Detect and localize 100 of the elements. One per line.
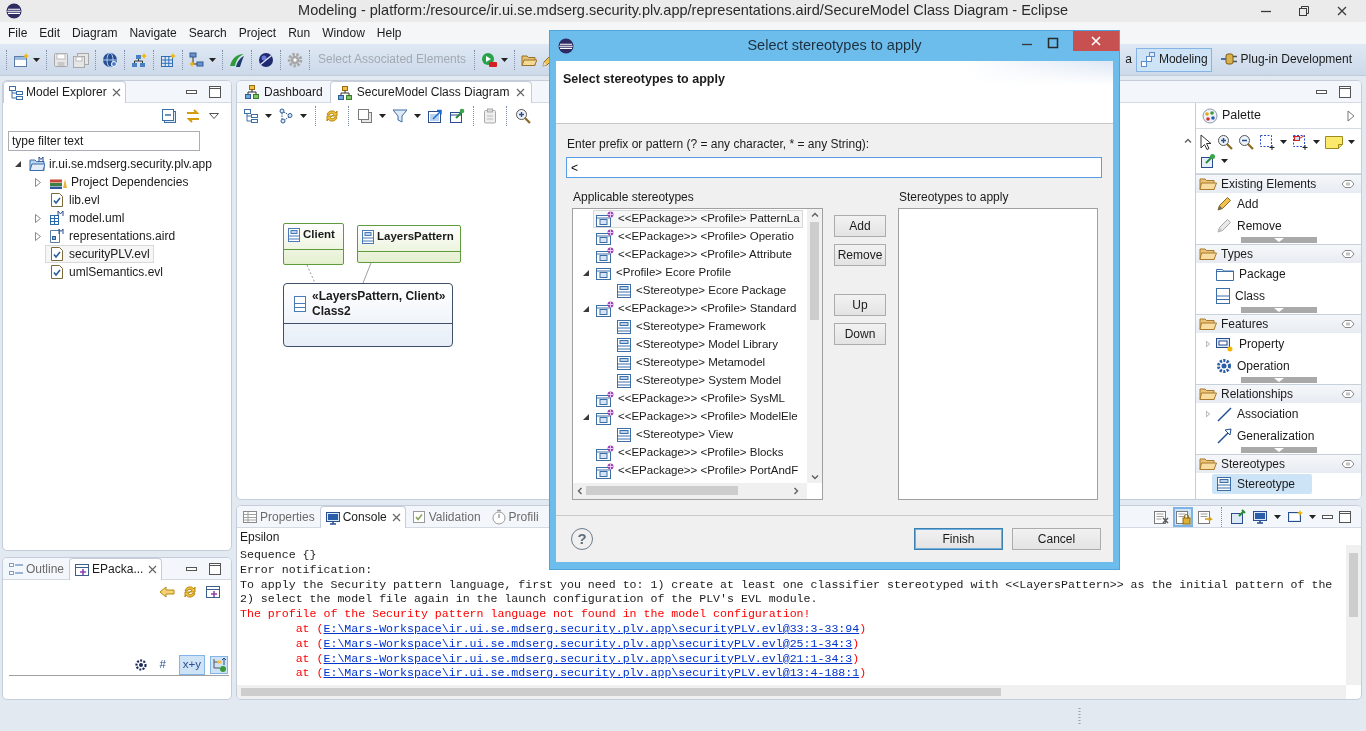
- tree-item[interactable]: <<EPackage>> <Profile> PatternLa: [593, 209, 803, 228]
- minimize-icon[interactable]: [186, 89, 197, 94]
- view-menu-icon[interactable]: [209, 113, 219, 119]
- close-icon[interactable]: [391, 513, 401, 522]
- clear-console-icon[interactable]: [1153, 508, 1169, 525]
- side-button[interactable]: Add: [834, 214, 886, 237]
- sync-icon[interactable]: [324, 108, 340, 124]
- tree-item[interactable]: ir.ui.se.mdserg.security.plv.app: [25, 155, 216, 173]
- tree-item[interactable]: <Stereotype> System Model: [613, 371, 785, 390]
- connection-marquee-icon[interactable]: [1292, 133, 1308, 150]
- collapse-palette-icon[interactable]: [1347, 109, 1355, 122]
- view-tab[interactable]: EPacka...: [69, 558, 163, 580]
- zoom-out-icon[interactable]: [1238, 133, 1254, 150]
- close-icon[interactable]: [1336, 5, 1348, 17]
- dropdown-caret-icon[interactable]: [1280, 139, 1287, 144]
- tree-item[interactable]: <Stereotype> Ecore Package: [613, 281, 790, 300]
- view-tab[interactable]: Profili: [485, 506, 544, 527]
- tree-item[interactable]: <Stereotype> Framework: [613, 317, 769, 336]
- tree-item[interactable]: <<EPackage>> <Profile> PortAndF: [593, 461, 802, 480]
- side-button[interactable]: Remove: [834, 243, 886, 266]
- table-icon[interactable]: [160, 51, 176, 68]
- scroll-right-icon[interactable]: [794, 486, 799, 495]
- dropdown-caret-icon[interactable]: [379, 114, 386, 118]
- globe-icon[interactable]: [102, 51, 118, 68]
- pattern-field[interactable]: <: [566, 157, 1102, 179]
- menu-item[interactable]: Run: [282, 23, 317, 43]
- gear-icon[interactable]: [134, 658, 147, 671]
- scrollbar-thumb[interactable]: [810, 221, 819, 320]
- dialog-button[interactable]: Finish: [914, 527, 1003, 550]
- tree-item[interactable]: securityPLV.evl: [45, 245, 154, 263]
- tree-item[interactable]: umlSemantics.evl: [45, 263, 168, 281]
- tree-item[interactable]: <Stereotype> Metamodel: [613, 353, 769, 372]
- side-button[interactable]: Up: [834, 293, 886, 316]
- export-icon[interactable]: [427, 108, 443, 124]
- close-icon[interactable]: [111, 88, 121, 97]
- menu-item[interactable]: Navigate: [123, 23, 183, 43]
- palette-drawer[interactable]: Relationships: [1196, 384, 1361, 403]
- dropdown-caret-icon[interactable]: [1221, 158, 1228, 163]
- view-tab[interactable]: Console: [319, 506, 406, 528]
- collapse-all-icon[interactable]: [161, 108, 177, 124]
- menu-item[interactable]: Window: [316, 23, 371, 43]
- network-icon[interactable]: [278, 108, 294, 124]
- back-arrow-icon[interactable]: [159, 584, 175, 600]
- minimize-icon[interactable]: [1316, 89, 1327, 94]
- tree-item[interactable]: <<EPackage>> <Profile> Operatio: [593, 227, 797, 246]
- file-link[interactable]: E:\Mars-Workspace\ir.ui.se.mdserg.security.plv.app\securityPLV.evl@25:1-34:3: [323, 636, 853, 650]
- palette-tool[interactable]: Class: [1212, 286, 1312, 306]
- tree-layout-icon[interactable]: [243, 108, 259, 124]
- scrollbar-thumb[interactable]: [1349, 553, 1358, 617]
- perspective-button[interactable]: Modeling: [1135, 47, 1212, 72]
- swoosh-icon[interactable]: [229, 51, 245, 68]
- minimize-icon[interactable]: [1322, 514, 1333, 519]
- file-link[interactable]: E:\Mars-Workspace\ir.ui.se.mdserg.security.plv.app\securityPLV.evl@21:1-34:3: [323, 651, 853, 665]
- window-plus-icon[interactable]: [205, 584, 221, 600]
- tree-item[interactable]: <<EPackage>> <Profile> Attribute: [593, 245, 795, 264]
- palette-drawer[interactable]: Existing Elements: [1196, 174, 1361, 193]
- palette-tool[interactable]: Generalization: [1212, 426, 1319, 446]
- palette-tool[interactable]: Association: [1212, 404, 1312, 424]
- new-console-icon[interactable]: [1287, 508, 1303, 525]
- restore-icon[interactable]: [1298, 5, 1310, 17]
- expanded-arrow-icon[interactable]: [582, 304, 590, 313]
- tree-item[interactable]: <Profile> Ecore Profile: [593, 263, 735, 282]
- pin-icon[interactable]: [1341, 389, 1355, 399]
- palette-tool[interactable]: Add: [1212, 194, 1312, 214]
- tree-item[interactable]: representations.aird: [45, 227, 180, 245]
- tree-item[interactable]: <Stereotype> Model Library: [613, 335, 781, 354]
- perspective-button[interactable]: Plug-in Development: [1215, 48, 1356, 71]
- palette-tool[interactable]: Package: [1212, 264, 1312, 284]
- menu-item[interactable]: Search: [182, 23, 233, 43]
- palette-drawer[interactable]: Types: [1196, 244, 1361, 263]
- tree-item[interactable]: model.uml: [45, 209, 129, 227]
- monitor-icon[interactable]: [1252, 508, 1268, 525]
- menu-item[interactable]: Help: [370, 23, 408, 43]
- maximize-icon[interactable]: [209, 562, 221, 575]
- scrollbar-thumb[interactable]: [241, 688, 1001, 696]
- maximize-icon[interactable]: [1339, 510, 1351, 523]
- word-wrap-icon[interactable]: [1197, 508, 1213, 525]
- close-icon[interactable]: [516, 88, 526, 97]
- pin-icon[interactable]: [1341, 459, 1355, 469]
- perspective-button[interactable]: a: [1125, 49, 1132, 70]
- tree-item[interactable]: <<EPackage>> <Profile> ModelEle: [593, 407, 801, 426]
- view-tab[interactable]: SecureModel Class Diagram: [329, 81, 533, 103]
- palette-tool[interactable]: Operation: [1212, 356, 1312, 376]
- applicable-stereotypes-list[interactable]: [572, 207, 823, 500]
- dropdown-caret-icon[interactable]: [300, 114, 307, 118]
- sphere-icon[interactable]: [258, 51, 274, 68]
- pin-icon[interactable]: [1341, 179, 1355, 189]
- view-tab[interactable]: Dashboard: [237, 81, 330, 102]
- dropdown-caret-icon[interactable]: [265, 114, 272, 118]
- dialog-button[interactable]: Cancel: [1012, 527, 1101, 550]
- palette-tool[interactable]: Property: [1212, 334, 1312, 354]
- tree-icon[interactable]: [211, 656, 227, 673]
- menu-item[interactable]: Diagram: [66, 23, 124, 43]
- scroll-lock-icon[interactable]: [1175, 508, 1191, 525]
- scroll-up-icon[interactable]: [810, 211, 819, 217]
- minimize-icon[interactable]: [186, 566, 197, 571]
- node-tree-icon[interactable]: [131, 51, 147, 68]
- file-link[interactable]: E:\Mars-Workspace\ir.ui.se.mdserg.security.plv.app\securityPLV.evl@33:3-33:94: [323, 622, 860, 635]
- palette-tool[interactable]: Remove: [1212, 216, 1312, 236]
- pin-icon[interactable]: [1341, 319, 1355, 329]
